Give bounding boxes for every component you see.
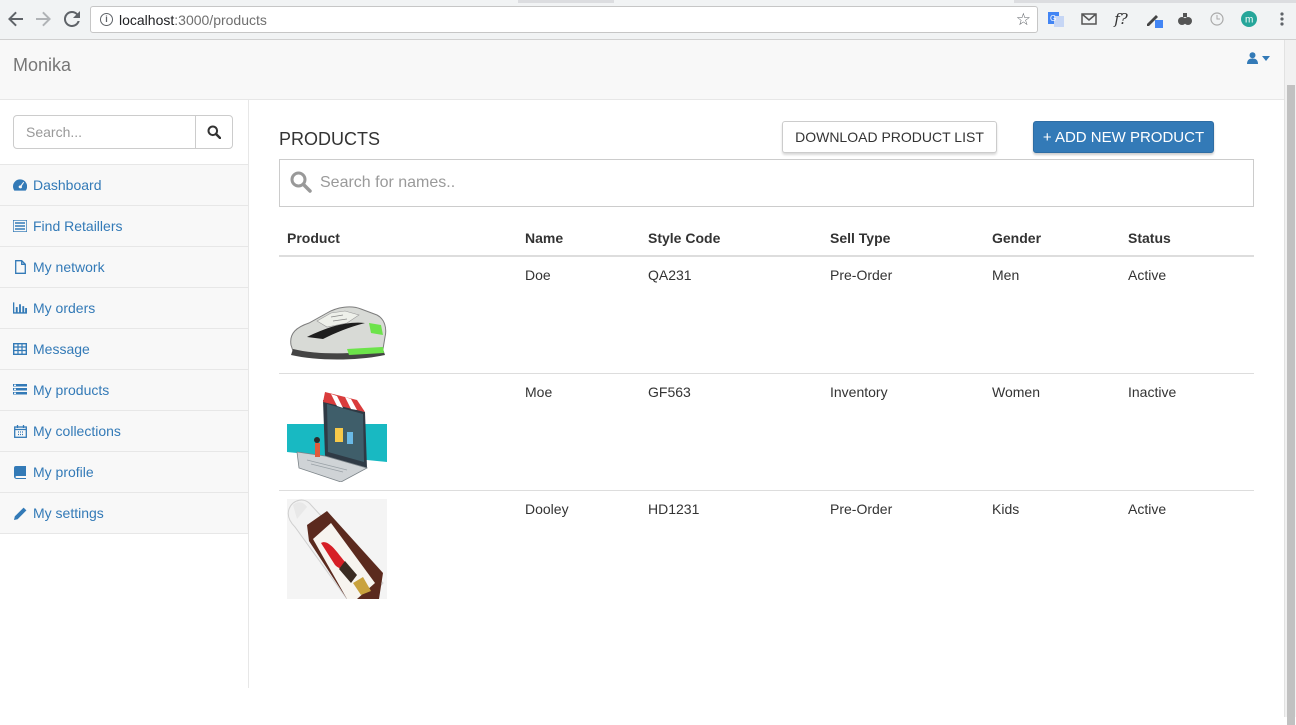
column-header-status: Status: [1120, 220, 1254, 257]
gender: Men: [992, 267, 1020, 283]
gender: Women: [984, 372, 1120, 490]
page-scrollbar[interactable]: [1284, 40, 1296, 725]
svg-text:G: G: [1050, 14, 1056, 23]
sidebar: Dashboard Find Retaillers My network My …: [0, 100, 249, 688]
sidebar-search-button[interactable]: [195, 115, 233, 149]
sidebar-search: [13, 115, 233, 149]
page-title: PRODUCTS: [279, 129, 381, 149]
sidebar-item-label: Find Retaillers: [33, 218, 123, 234]
app-navbar: Monika: [0, 40, 1284, 100]
table-icon: [13, 342, 27, 356]
list-alt-icon: [13, 383, 27, 397]
browser-menu-icon[interactable]: [1273, 10, 1291, 28]
sidebar-item-my-profile[interactable]: My profile: [0, 452, 248, 493]
clock-extension-icon[interactable]: [1208, 10, 1226, 28]
sell-type: Pre-Order: [830, 267, 893, 283]
dashboard-icon: [13, 178, 27, 192]
sidebar-item-label: Dashboard: [33, 177, 102, 193]
sidebar-item-find-retaillers[interactable]: Find Retaillers: [0, 206, 248, 247]
table-row[interactable]: Doe QA231 Pre-Order Men Active: [279, 256, 1254, 373]
product-name: Moe: [517, 372, 640, 490]
sidebar-item-label: My network: [33, 259, 105, 275]
style-code: HD1231: [640, 489, 822, 607]
sidebar-item-my-orders[interactable]: My orders: [0, 288, 248, 329]
search-icon: [290, 171, 312, 193]
search-icon: [207, 125, 221, 139]
reload-icon[interactable]: [61, 8, 83, 30]
pencil-icon: [13, 506, 27, 520]
translate-extension-icon[interactable]: G: [1047, 10, 1065, 28]
bookmark-star-icon[interactable]: ☆: [1016, 10, 1031, 30]
sell-type: Inventory: [822, 372, 984, 490]
sidebar-item-my-collections[interactable]: My collections: [0, 411, 248, 452]
address-bar[interactable]: i localhost:3000/products ☆: [90, 6, 1038, 33]
sidebar-item-label: Message: [33, 341, 90, 357]
sell-type: Pre-Order: [822, 489, 984, 607]
name-search-box: [279, 159, 1254, 207]
sneaker-image[interactable]: [287, 265, 387, 365]
calendar-icon: [13, 424, 27, 438]
book-icon: [13, 465, 27, 479]
back-icon[interactable]: [5, 8, 27, 30]
sidebar-item-label: My profile: [33, 464, 94, 480]
product-image-cell: [279, 372, 517, 490]
laptop-shop-image[interactable]: [287, 382, 387, 482]
formula-extension-icon[interactable]: f?: [1112, 10, 1130, 28]
status: Active: [1120, 489, 1254, 607]
download-product-list-button[interactable]: DOWNLOAD PRODUCT LIST: [782, 121, 997, 153]
mail-extension-icon[interactable]: [1080, 10, 1098, 28]
sidebar-item-label: My settings: [33, 505, 104, 521]
brand-name[interactable]: Monika: [13, 55, 71, 76]
user-menu-toggle[interactable]: [1247, 52, 1270, 64]
table-row[interactable]: Moe GF563 Inventory Women Inactive: [279, 372, 1254, 490]
url-text: localhost:3000/products: [119, 12, 267, 28]
info-icon[interactable]: i: [100, 13, 113, 26]
sidebar-item-my-settings[interactable]: My settings: [0, 493, 248, 534]
svg-text:m: m: [1245, 15, 1253, 26]
browser-toolbar: i localhost:3000/products ☆ G f? m: [0, 0, 1296, 40]
name-search-input[interactable]: [320, 168, 1220, 198]
column-header-gender: Gender: [984, 220, 1120, 257]
product-name: Dooley: [517, 489, 640, 607]
sidebar-item-message[interactable]: Message: [0, 329, 248, 370]
column-header-sell-type: Sell Type: [822, 220, 984, 257]
products-table: Product Name Style Code Sell Type Gender…: [279, 220, 1254, 607]
product-image-cell: [279, 256, 517, 373]
table-header-row: Product Name Style Code Sell Type Gender…: [279, 220, 1254, 257]
product-name: Doe: [525, 267, 551, 283]
extension-icon[interactable]: [1176, 10, 1194, 28]
column-header-product: Product: [279, 220, 517, 257]
style-code: QA231: [648, 267, 692, 283]
table-row[interactable]: Dooley HD1231 Pre-Order Kids Active: [279, 489, 1254, 607]
forward-icon[interactable]: [32, 8, 54, 30]
status: Active: [1128, 267, 1167, 283]
list-icon: [13, 219, 27, 233]
sidebar-item-label: My collections: [33, 423, 121, 439]
sidebar-item-label: My orders: [33, 300, 96, 316]
column-header-style-code: Style Code: [640, 220, 822, 257]
user-icon: [1247, 52, 1258, 64]
sidebar-search-input[interactable]: [13, 115, 196, 149]
scrollbar-thumb[interactable]: [1287, 85, 1295, 725]
tab-strip: [0, 0, 1296, 3]
gender: Kids: [984, 489, 1120, 607]
sidebar-item-my-products[interactable]: My products: [0, 370, 248, 411]
product-image-cell: [279, 489, 517, 607]
sidebar-item-my-network[interactable]: My network: [0, 247, 248, 288]
style-code: GF563: [640, 372, 822, 490]
nutella-spray-image[interactable]: [287, 498, 387, 599]
file-icon: [13, 260, 27, 274]
chevron-down-icon: [1262, 55, 1270, 61]
sidebar-item-label: My products: [33, 382, 110, 398]
profile-avatar-icon[interactable]: m: [1240, 10, 1258, 28]
main-content: PRODUCTS DOWNLOAD PRODUCT LIST + ADD NEW…: [249, 100, 1284, 688]
bar-chart-icon: [13, 301, 27, 315]
sidebar-item-dashboard[interactable]: Dashboard: [0, 165, 248, 206]
color-picker-extension-icon[interactable]: [1145, 10, 1163, 28]
add-new-product-button[interactable]: + ADD NEW PRODUCT: [1033, 121, 1214, 153]
column-header-name: Name: [517, 220, 640, 257]
status: Inactive: [1120, 372, 1254, 490]
sidebar-nav: Dashboard Find Retaillers My network My …: [0, 164, 248, 534]
